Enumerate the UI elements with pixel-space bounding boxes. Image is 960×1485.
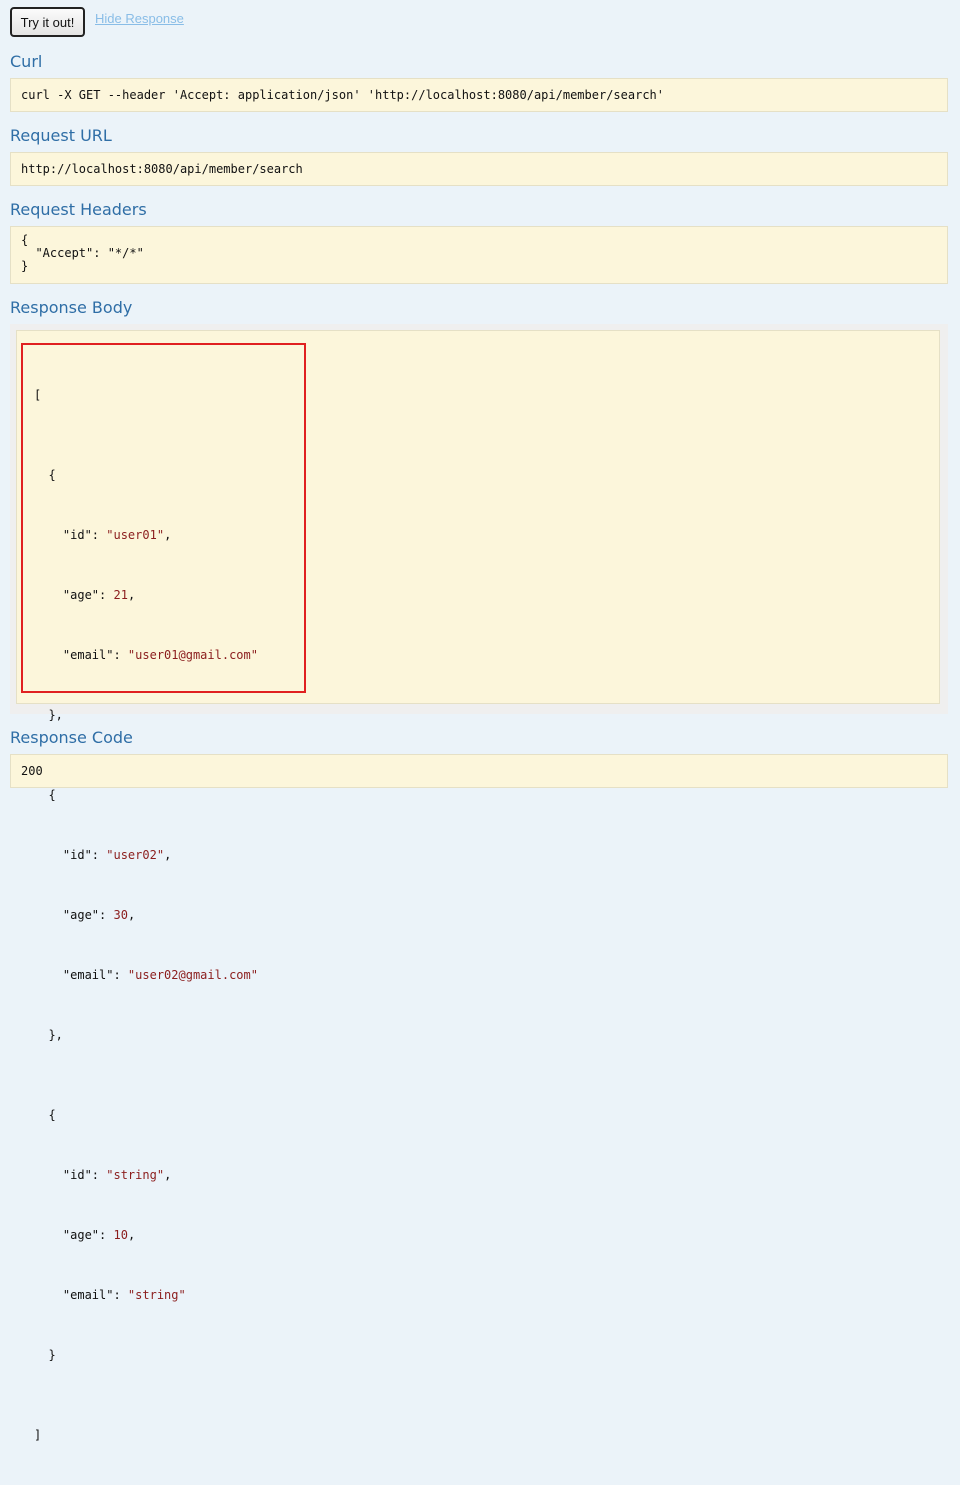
json-line: "id": " user01 ", [34,525,258,545]
request-url-block: http://localhost:8080/api/member/search [10,152,948,186]
json-line: "email": " user02@gmail.com " [34,965,258,985]
hide-response-link[interactable]: Hide Response [95,11,184,26]
response-code-block: 200 [10,754,948,788]
response-code-title: Response Code [10,728,133,747]
response-body-container: [ { "id": " user01 ", "age": 21, "email": … [10,324,948,1442]
member-age: 30 [113,908,128,922]
json-line: }, [34,1028,63,1042]
member-id: user02 [113,848,157,862]
member-age: 10 [113,1228,128,1242]
json-line: }, [34,708,63,722]
json-line: } [34,1348,56,1362]
json-line: "id": " user02 ", [34,845,258,865]
member-email: user02@gmail.com [135,968,251,982]
json-line: "email": " string " [34,1285,258,1305]
json-line: [ [34,388,42,402]
member-age: 21 [113,588,128,602]
json-line: "age": 21, [34,585,258,605]
curl-title: Curl [10,52,43,71]
json-line: "age": 30, [34,905,258,925]
json-line: "id": " string ", [34,1165,258,1185]
request-url-title: Request URL [10,126,112,145]
headers-open-brace: { [21,233,29,247]
response-body-title: Response Body [10,298,133,317]
response-body-block: [ { "id": " user01 ", "age": 21, "email": … [16,330,940,1442]
response-json: [ { "id": " user01 ", "age": 21, "email": … [34,345,258,1485]
curl-command-block: curl -X GET --header 'Accept: applicatio… [10,78,948,112]
json-line: "age": 10, [34,1225,258,1245]
json-line: { [34,788,56,802]
response-code-value: 200 [21,764,43,778]
request-headers-title: Request Headers [10,200,147,219]
member-id: string [113,1168,157,1182]
curl-command: curl -X GET --header 'Accept: applicatio… [21,88,664,102]
request-headers-block: { "Accept": "*/*"} [10,226,948,284]
json-line: ] [34,1428,42,1442]
response-controls: Try it out! Hide Response [10,7,184,37]
member-id: user01 [113,528,157,542]
member-email: string [135,1288,179,1302]
json-line: "email": " user01@gmail.com " [34,645,258,665]
member-email: user01@gmail.com [135,648,251,662]
request-url-value: http://localhost:8080/api/member/search [21,162,303,176]
json-line: { [34,468,56,482]
headers-accept-line: "Accept": "*/*" [21,246,144,260]
json-line: { [34,1108,56,1122]
headers-close-brace: } [21,259,29,273]
try-it-out-button[interactable]: Try it out! [10,7,85,37]
